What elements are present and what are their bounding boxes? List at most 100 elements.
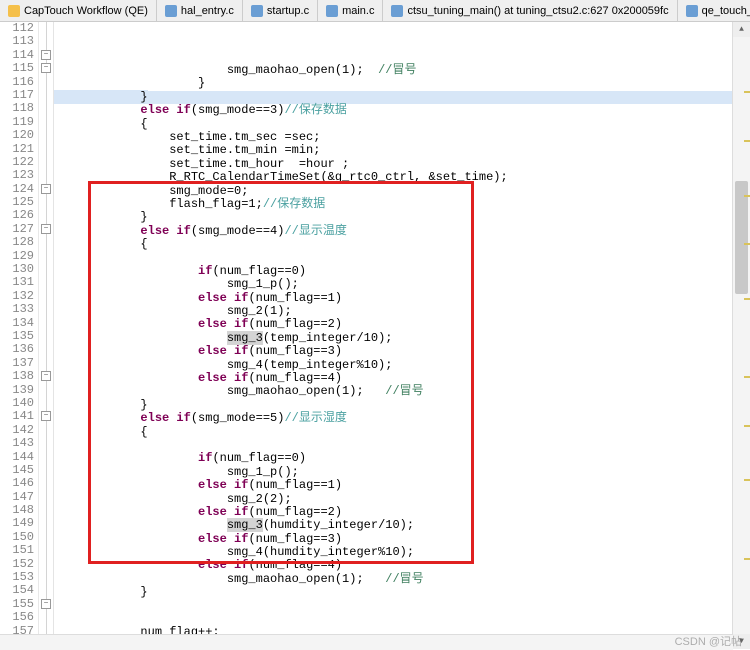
c-file-icon — [251, 5, 263, 17]
editor-tabs: CapTouch Workflow (QE)hal_entry.c startup… — [0, 0, 750, 22]
code-line[interactable]: if(num_flag==0) — [54, 265, 750, 278]
horizontal-scrollbar[interactable] — [0, 634, 733, 650]
code-line[interactable]: if(num_flag==0) — [54, 452, 750, 465]
fold-marker — [39, 250, 53, 263]
code-line[interactable]: smg_1_p(); — [54, 466, 750, 479]
tab-startup-c[interactable]: startup.c — [243, 0, 318, 21]
c-file-icon — [165, 5, 177, 17]
overview-ruler — [744, 43, 750, 649]
tab-main-c[interactable]: main.c — [318, 0, 383, 21]
code-line[interactable]: smg_4(temp_integer%10); — [54, 359, 750, 372]
fold-marker — [39, 357, 53, 370]
code-line[interactable]: R_RTC_CalendarTimeSet(&g_rtc0_ctrl, &set… — [54, 171, 750, 184]
fold-marker — [39, 22, 53, 35]
code-line[interactable]: else if(num_flag==2) — [54, 318, 750, 331]
line-number: 142 — [0, 424, 34, 437]
line-number: 155 — [0, 598, 34, 611]
code-line[interactable] — [54, 251, 750, 264]
line-number: 114 — [0, 49, 34, 62]
tab-ctsu-tuning-main-at-tuning-ctsu2-c-627-0x200059fc[interactable]: ctsu_tuning_main() at tuning_ctsu2.c:627… — [383, 0, 677, 21]
code-line[interactable]: } — [54, 586, 750, 599]
code-line[interactable] — [54, 600, 750, 613]
vertical-scrollbar[interactable]: ▲ ▼ — [732, 22, 750, 649]
fold-marker — [39, 35, 53, 48]
tab-label: startup.c — [267, 5, 309, 17]
code-line[interactable]: smg_maohao_open(1); //冒号 — [54, 385, 750, 398]
code-line[interactable]: smg_2(2); — [54, 493, 750, 506]
fold-marker — [39, 116, 53, 129]
code-line[interactable]: } — [54, 211, 750, 224]
fold-marker — [39, 317, 53, 330]
tab-captouch-workflow-qe-[interactable]: CapTouch Workflow (QE) — [0, 0, 157, 21]
line-number: 132 — [0, 290, 34, 303]
code-line[interactable]: else if(smg_mode==5)//显示湿度 — [54, 412, 750, 425]
code-line[interactable] — [54, 613, 750, 626]
fold-marker — [39, 584, 53, 597]
code-line[interactable]: flash_flag=1;//保存数据 — [54, 198, 750, 211]
code-line[interactable]: else if(smg_mode==4)//显示温度 — [54, 225, 750, 238]
tab-hal-entry-c[interactable]: hal_entry.c — [157, 0, 243, 21]
fold-marker — [39, 76, 53, 89]
line-number: 125 — [0, 196, 34, 209]
line-number: 145 — [0, 464, 34, 477]
line-number: 149 — [0, 517, 34, 530]
fold-marker[interactable] — [39, 370, 53, 383]
line-number: 143 — [0, 437, 34, 450]
line-number: 151 — [0, 544, 34, 557]
fold-marker[interactable] — [39, 223, 53, 236]
code-area[interactable]: smg_maohao_open(1); //冒号 } } else if(smg… — [54, 22, 750, 650]
code-line[interactable]: { — [54, 238, 750, 251]
fold-marker — [39, 531, 53, 544]
line-number: 117 — [0, 89, 34, 102]
code-line[interactable] — [54, 439, 750, 452]
fold-gutter[interactable] — [39, 22, 54, 650]
c-file-icon — [326, 5, 338, 17]
line-number: 135 — [0, 330, 34, 343]
fold-marker — [39, 558, 53, 571]
code-line[interactable]: else if(smg_mode==3)//保存数据 — [54, 104, 750, 117]
tab-label: ctsu_tuning_main() at tuning_ctsu2.c:627… — [407, 5, 668, 17]
fold-marker — [39, 491, 53, 504]
fold-marker — [39, 236, 53, 249]
fold-marker — [39, 611, 53, 624]
line-number: 150 — [0, 531, 34, 544]
tab-qe-touch-sample-c[interactable]: qe_touch_sample.c — [678, 0, 750, 21]
code-line[interactable]: smg_mode=0; — [54, 185, 750, 198]
code-line[interactable]: } — [54, 77, 750, 90]
code-line[interactable]: smg_maohao_open(1); //冒号 — [54, 64, 750, 77]
tab-label: main.c — [342, 5, 374, 17]
line-number: 138 — [0, 370, 34, 383]
code-line[interactable]: smg_maohao_open(1); //冒号 — [54, 573, 750, 586]
code-line[interactable]: { — [54, 118, 750, 131]
fold-marker[interactable] — [39, 49, 53, 62]
code-line[interactable]: else if(num_flag==3) — [54, 533, 750, 546]
code-line[interactable]: smg_3(temp_integer/10); — [54, 332, 750, 345]
code-line[interactable]: set_time.tm_min =min; — [54, 144, 750, 157]
fold-marker[interactable] — [39, 183, 53, 196]
line-number: 141 — [0, 410, 34, 423]
line-number: 121 — [0, 143, 34, 156]
line-number: 156 — [0, 611, 34, 624]
code-line[interactable]: else if(num_flag==1) — [54, 479, 750, 492]
fold-marker[interactable] — [39, 598, 53, 611]
fold-marker — [39, 276, 53, 289]
code-line[interactable]: else if(num_flag==1) — [54, 292, 750, 305]
line-number-gutter: 1121131141151161171181191201211221231241… — [0, 22, 39, 650]
code-line[interactable]: smg_2(1); — [54, 305, 750, 318]
code-line[interactable]: set_time.tm_hour =hour ; — [54, 158, 750, 171]
code-line[interactable]: smg_1_p(); — [54, 278, 750, 291]
scroll-up-arrow[interactable]: ▲ — [733, 22, 750, 37]
code-line[interactable]: { — [54, 426, 750, 439]
code-line[interactable]: set_time.tm_sec =sec; — [54, 131, 750, 144]
line-number: 140 — [0, 397, 34, 410]
code-line[interactable]: else if(num_flag==4) — [54, 559, 750, 572]
line-number: 134 — [0, 317, 34, 330]
code-line[interactable]: smg_3(humdity_integer/10); — [54, 519, 750, 532]
line-number: 115 — [0, 62, 34, 75]
code-line[interactable]: smg_4(humdity_integer%10); — [54, 546, 750, 559]
code-line[interactable]: else if(num_flag==2) — [54, 506, 750, 519]
fold-marker[interactable] — [39, 410, 53, 423]
fold-marker — [39, 517, 53, 530]
fold-marker[interactable] — [39, 62, 53, 75]
code-line[interactable]: else if(num_flag==3) — [54, 345, 750, 358]
